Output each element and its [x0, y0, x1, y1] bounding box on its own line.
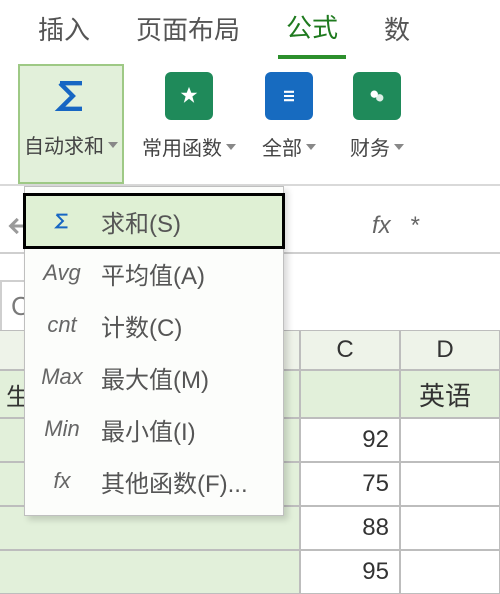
- fx-star: *: [411, 212, 420, 240]
- star-icon: [154, 64, 224, 128]
- chevron-down-icon: [108, 142, 118, 148]
- menu-item-label: 计数(C): [101, 308, 182, 343]
- ribbon-tabs: 插入 页面布局 公式 数: [0, 0, 500, 56]
- ribbon-common-functions[interactable]: 常用函数: [142, 64, 236, 184]
- ribbon-finance[interactable]: 财务: [342, 64, 412, 184]
- ribbon-common-label: 常用函数: [142, 132, 222, 161]
- ribbon-autosum[interactable]: 自动求和: [18, 64, 124, 184]
- sigma-icon: [39, 210, 85, 232]
- ribbon: 自动求和 常用函数 全部 财: [0, 56, 500, 186]
- column-header-d[interactable]: D: [400, 330, 500, 370]
- sigma-icon: [36, 66, 106, 126]
- cell[interactable]: 92: [300, 418, 400, 462]
- min-icon: Min: [39, 416, 85, 442]
- cell[interactable]: 75: [300, 462, 400, 506]
- autosum-menu: 求和(S) Avg 平均值(A) cnt 计数(C) Max 最大值(M) Mi…: [24, 186, 284, 516]
- cell[interactable]: 95: [300, 550, 400, 594]
- cell[interactable]: [400, 462, 500, 506]
- menu-item-max[interactable]: Max 最大值(M): [25, 351, 283, 403]
- tab-data[interactable]: 数: [376, 0, 418, 57]
- menu-item-average[interactable]: Avg 平均值(A): [25, 247, 283, 299]
- chevron-down-icon: [306, 144, 316, 150]
- header-cell-english[interactable]: 英语: [400, 370, 500, 418]
- menu-item-label: 其他函数(F)...: [101, 464, 248, 499]
- finance-icon: [342, 64, 412, 128]
- column-header-c[interactable]: C: [300, 330, 400, 370]
- tab-formula[interactable]: 公式: [278, 0, 346, 59]
- menu-item-min[interactable]: Min 最小值(I): [25, 403, 283, 455]
- fx-icon: fx: [39, 468, 85, 494]
- tab-insert[interactable]: 插入: [30, 0, 98, 57]
- menu-item-label: 最小值(I): [101, 412, 196, 447]
- max-icon: Max: [39, 364, 85, 390]
- tab-page-layout[interactable]: 页面布局: [128, 0, 248, 57]
- ribbon-autosum-label: 自动求和: [24, 130, 104, 159]
- chevron-down-icon: [226, 144, 236, 150]
- chevron-down-icon: [394, 144, 404, 150]
- cell[interactable]: [400, 550, 500, 594]
- cell[interactable]: [400, 506, 500, 550]
- avg-icon: Avg: [39, 260, 85, 286]
- menu-item-label: 平均值(A): [101, 256, 205, 291]
- count-icon: cnt: [39, 312, 85, 338]
- fx-label[interactable]: fx: [372, 212, 391, 240]
- menu-item-other-functions[interactable]: fx 其他函数(F)...: [25, 455, 283, 507]
- menu-item-label: 求和(S): [101, 204, 181, 239]
- list-icon: [254, 64, 324, 128]
- menu-item-sum[interactable]: 求和(S): [25, 195, 283, 247]
- ribbon-finance-label: 财务: [350, 132, 390, 161]
- ribbon-all[interactable]: 全部: [254, 64, 324, 184]
- menu-item-label: 最大值(M): [101, 360, 209, 395]
- menu-item-count[interactable]: cnt 计数(C): [25, 299, 283, 351]
- cell[interactable]: [400, 418, 500, 462]
- cell[interactable]: 88: [300, 506, 400, 550]
- ribbon-all-label: 全部: [262, 132, 302, 161]
